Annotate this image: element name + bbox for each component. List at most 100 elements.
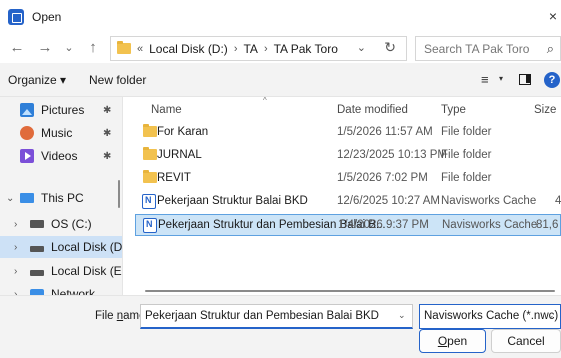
sidebar-item-pictures[interactable]: Pictures ✱ [0, 99, 122, 121]
preview-pane-icon[interactable] [519, 74, 531, 85]
breadcrumb-ta[interactable]: TA [243, 42, 257, 56]
app-icon [8, 8, 24, 25]
file-list: Name ^ Date modified Type Size For Karan… [123, 97, 561, 295]
open-button[interactable]: Open [419, 329, 486, 353]
up-arrow-icon[interactable]: ↑ [84, 39, 102, 57]
table-row-selected[interactable]: Pekerjaan Struktur dan Pembesian Balai B… [135, 214, 561, 236]
view-dropdown-icon[interactable]: ▾ [499, 74, 503, 83]
file-type: Navisworks Cache [442, 219, 538, 231]
file-name: REVIT [157, 172, 191, 184]
sidebar-item-local-disk-d[interactable]: › Local Disk (D:) [0, 236, 122, 258]
table-row[interactable]: For Karan 1/5/2026 11:57 AM File folder [135, 122, 561, 144]
file-size: 4 [555, 195, 561, 207]
navisworks-file-icon [143, 218, 157, 233]
title-bar: Open × [0, 0, 561, 33]
breadcrumb-local-disk-d[interactable]: Local Disk (D:) [149, 42, 228, 56]
folder-icon [117, 41, 131, 54]
music-icon [20, 126, 34, 140]
sidebar-item-label: Pictures [41, 103, 85, 117]
chevron-down-icon[interactable]: ⌄ [6, 193, 14, 204]
breadcrumb-ta-pak-toro[interactable]: TA Pak Toro [274, 42, 338, 56]
chevron-down-icon[interactable]: ⌄ [398, 310, 406, 321]
sidebar-item-label: Videos [41, 149, 78, 163]
filetype-select[interactable]: Navisworks Cache (*.nwc) [419, 304, 561, 329]
open-accelerator: O [437, 334, 448, 348]
pictures-icon [20, 103, 34, 117]
sort-caret-icon: ^ [263, 97, 267, 105]
file-type: File folder [441, 149, 492, 161]
sidebar-item-label: Local Disk (E:) [51, 264, 122, 278]
horizontal-scrollbar[interactable] [145, 290, 555, 292]
window-title: Open [32, 9, 62, 24]
file-date: 12/6/2025 10:27 AM [337, 195, 440, 207]
file-type: File folder [441, 172, 492, 184]
column-header-type[interactable]: Type [441, 97, 466, 123]
new-folder-button[interactable]: New folder [89, 73, 146, 87]
file-date: 1/5/2026 7:02 PM [337, 172, 428, 184]
sidebar-item-label: Network [51, 287, 96, 295]
forward-arrow-icon[interactable]: → [36, 39, 54, 57]
nav-scrollbar[interactable] [118, 180, 120, 208]
file-date: 1/4/2026 9:37 PM [338, 219, 429, 231]
dialog-footer: File name: Pekerjaan Struktur dan Pembes… [0, 295, 561, 358]
sidebar-item-label: Local Disk (D:) [51, 240, 122, 254]
search-icon: ⌕ [546, 41, 554, 56]
back-arrow-icon[interactable]: ← [8, 39, 26, 57]
close-icon[interactable]: × [549, 8, 557, 24]
drive-icon [30, 220, 44, 228]
file-size: 81,6 [536, 219, 559, 231]
address-row: ← → ⌄ ↑ « Local Disk (D:) › TA › TA Pak … [0, 33, 561, 63]
table-row[interactable]: REVIT 1/5/2026 7:02 PM File folder [135, 168, 561, 190]
chevron-right-icon[interactable]: › [234, 43, 238, 55]
organize-button[interactable]: Organize ▾ [8, 73, 66, 87]
sidebar-item-label: OS (C:) [51, 217, 92, 231]
open-label: pen [447, 334, 468, 348]
column-header-size[interactable]: Size [534, 97, 556, 123]
overflow-icon[interactable]: « [137, 43, 143, 55]
file-name: Pekerjaan Struktur Balai BKD [157, 195, 308, 207]
pin-icon[interactable]: ✱ [103, 105, 111, 116]
refresh-icon[interactable]: ↻ [384, 39, 396, 56]
file-name: JURNAL [157, 149, 202, 161]
sidebar-item-this-pc[interactable]: ⌄ This PC [0, 187, 122, 209]
chevron-right-icon[interactable]: › [14, 266, 17, 277]
recent-locations-icon[interactable]: ⌄ [60, 39, 78, 57]
column-header-date[interactable]: Date modified [337, 97, 408, 123]
sidebar-item-videos[interactable]: Videos ✱ [0, 145, 122, 167]
command-toolbar: Organize ▾ New folder ≡ ▾ ? [0, 63, 561, 97]
view-list-icon[interactable]: ≡ [481, 72, 489, 87]
videos-icon [20, 149, 34, 163]
file-type: File folder [441, 126, 492, 138]
navigation-pane: Pictures ✱ Music ✱ Videos ✱ ⌄ This PC › … [0, 97, 122, 295]
pc-icon [20, 193, 34, 203]
sidebar-item-music[interactable]: Music ✱ [0, 122, 122, 144]
filename-input[interactable]: Pekerjaan Struktur dan Pembesian Balai B… [140, 304, 413, 329]
help-icon[interactable]: ? [544, 72, 560, 88]
navisworks-file-icon [142, 194, 156, 209]
folder-icon [143, 124, 157, 137]
folder-icon [143, 170, 157, 183]
cancel-button[interactable]: Cancel [491, 329, 561, 353]
label-part: File [95, 310, 117, 322]
drive-icon [30, 270, 44, 276]
column-header-name[interactable]: Name ^ [151, 97, 267, 123]
chevron-right-icon[interactable]: › [14, 219, 17, 230]
file-date: 1/5/2026 11:57 AM [337, 126, 433, 138]
table-row[interactable]: Pekerjaan Struktur Balai BKD 12/6/2025 1… [135, 191, 561, 213]
sidebar-item-network[interactable]: › Network [0, 283, 122, 295]
table-row[interactable]: JURNAL 12/23/2025 10:13 PM File folder [135, 145, 561, 167]
sidebar-item-os-c[interactable]: › OS (C:) [0, 213, 122, 235]
chevron-down-icon[interactable]: ⌄ [357, 41, 366, 54]
search-placeholder: Search TA Pak Toro [424, 41, 530, 56]
folder-icon [143, 147, 157, 160]
sidebar-item-local-disk-e[interactable]: › Local Disk (E:) [0, 260, 122, 282]
pin-icon[interactable]: ✱ [103, 151, 111, 162]
chevron-right-icon[interactable]: › [264, 43, 268, 55]
pin-icon[interactable]: ✱ [103, 128, 111, 139]
chevron-right-icon[interactable]: › [14, 242, 17, 253]
chevron-down-icon[interactable]: ⌄ [547, 310, 555, 321]
column-header-label: Name [151, 104, 182, 116]
address-bar[interactable]: « Local Disk (D:) › TA › TA Pak Toro ⌄ ↻ [110, 36, 407, 61]
search-input[interactable]: Search TA Pak Toro ⌕ [415, 36, 561, 61]
drive-icon [30, 246, 44, 252]
